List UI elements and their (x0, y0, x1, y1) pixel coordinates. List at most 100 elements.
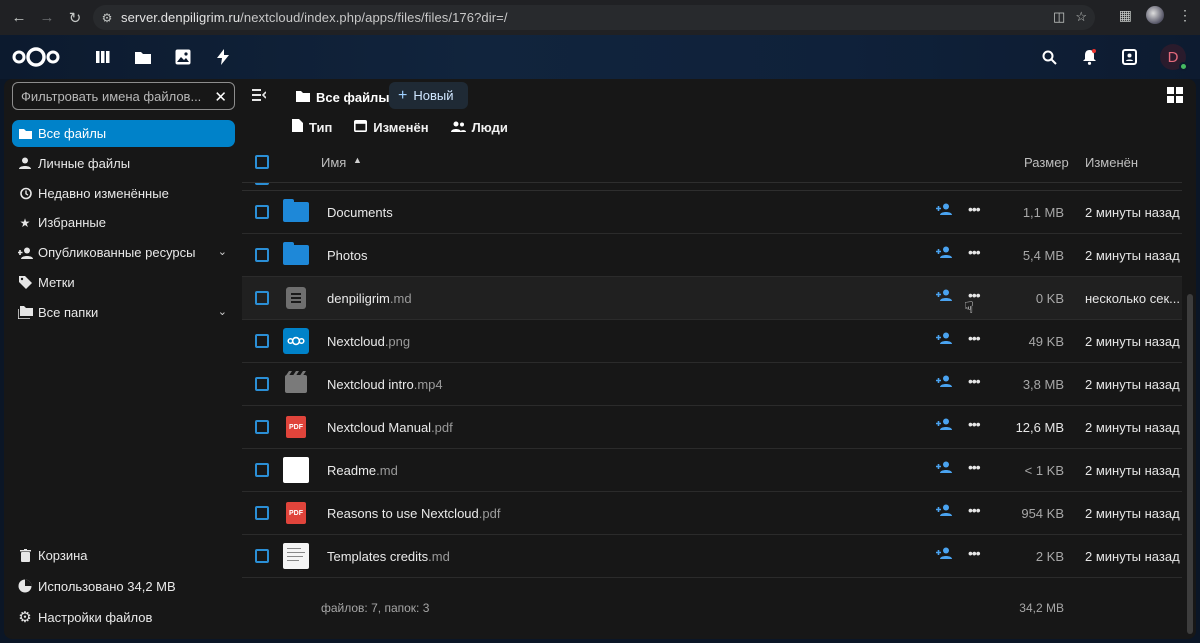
file-name[interactable]: Templates credits.md (327, 549, 450, 564)
sidebar-item-file-settings[interactable]: ⚙ Настройки файлов (12, 602, 235, 632)
row-checkbox[interactable] (255, 183, 269, 185)
file-modified: 2 минуты назад (1085, 205, 1180, 220)
sidebar-item-all-folders[interactable]: Все папки ⌄ (12, 299, 235, 326)
files-list: Documents ••• 1,1 MB 2 минуты назад Photos ••… (242, 183, 1182, 613)
sidebar-item-label: Настройки файлов (38, 609, 153, 625)
install-app-icon[interactable]: ◫ (1053, 9, 1065, 25)
row-checkbox[interactable] (255, 205, 269, 219)
table-row[interactable]: Templates credits.md ••• 2 KB 2 минуты наза… (242, 535, 1182, 578)
back-arrow-icon[interactable]: ← (6, 5, 32, 31)
share-icon[interactable] (936, 375, 952, 390)
forward-arrow-icon[interactable]: → (34, 5, 60, 31)
share-icon[interactable] (936, 461, 952, 476)
extensions-icon[interactable]: ▦ (1119, 7, 1132, 24)
table-row[interactable]: Nextcloud.png ••• 49 KB 2 минуты назад (242, 320, 1182, 363)
chevron-down-icon[interactable]: ⌄ (218, 305, 227, 318)
search-icon[interactable] (1040, 48, 1058, 66)
more-actions-icon[interactable]: ••• (968, 330, 981, 346)
filter-people-button[interactable]: Люди (450, 120, 508, 135)
photos-app-icon[interactable] (174, 48, 192, 66)
activity-app-icon[interactable] (214, 48, 232, 66)
share-icon[interactable] (936, 289, 952, 304)
file-modified: несколько сек... (1085, 291, 1180, 306)
filter-type-button[interactable]: Тип (292, 119, 332, 135)
breadcrumb[interactable]: Все файлы (296, 85, 389, 109)
table-row[interactable]: Readme.md ••• < 1 KB 2 минуты назад (242, 449, 1182, 492)
sidebar-item-label: Все файлы (38, 126, 107, 141)
more-actions-icon[interactable]: ••• (968, 545, 981, 561)
file-name[interactable]: Nextcloud Manual.pdf (327, 420, 453, 435)
share-icon[interactable] (936, 203, 952, 218)
scrollbar[interactable] (1187, 294, 1193, 634)
filter-modified-button[interactable]: Изменён (354, 119, 429, 135)
file-name[interactable]: Reasons to use Nextcloud.pdf (327, 506, 500, 521)
table-row[interactable]: Documents ••• 1,1 MB 2 минуты назад (242, 191, 1182, 234)
new-button[interactable]: + Новый (389, 82, 468, 109)
file-modified: 2 минуты назад (1085, 334, 1180, 349)
reload-icon[interactable]: ↻ (62, 5, 88, 31)
address-bar[interactable]: ⚙ server.denpiligrim.ru/nextcloud/index.… (93, 5, 1095, 30)
more-actions-icon[interactable]: ••• (968, 416, 981, 432)
notifications-bell-icon[interactable] (1080, 48, 1098, 66)
sidebar-item-personal-files[interactable]: Личные файлы (12, 150, 235, 177)
user-avatar[interactable]: D (1160, 44, 1188, 71)
file-size: 12,6 MB (1015, 420, 1064, 435)
grid-view-icon[interactable] (1167, 87, 1183, 103)
file-name[interactable]: denpiligrim.md (327, 291, 412, 306)
select-all-checkbox[interactable] (255, 155, 269, 169)
sidebar-item-favorites[interactable]: ★ Избранные (12, 209, 235, 236)
folders-icon (12, 305, 38, 319)
share-icon[interactable] (936, 332, 952, 347)
more-actions-icon[interactable]: ••• (968, 502, 981, 518)
sidebar-item-tags[interactable]: Метки (12, 269, 235, 296)
share-icon[interactable] (936, 246, 952, 261)
file-name[interactable]: Nextcloud intro.mp4 (327, 377, 443, 392)
row-checkbox[interactable] (255, 549, 269, 563)
row-checkbox[interactable] (255, 463, 269, 477)
site-settings-icon[interactable]: ⚙ (93, 11, 121, 25)
row-checkbox[interactable] (255, 334, 269, 348)
file-name[interactable]: Readme.md (327, 463, 398, 478)
clear-filter-icon[interactable]: ✕ (214, 88, 227, 106)
file-name[interactable]: Documents (327, 205, 393, 220)
row-checkbox[interactable] (255, 248, 269, 262)
table-row[interactable] (242, 183, 1182, 191)
row-checkbox[interactable] (255, 506, 269, 520)
file-name[interactable]: Photos (327, 248, 367, 263)
sidebar-item-all-files[interactable]: Все файлы (12, 120, 235, 147)
files-app-icon[interactable] (134, 48, 152, 66)
column-modified-header[interactable]: Изменён (1085, 155, 1138, 170)
row-checkbox[interactable] (255, 377, 269, 391)
file-size: 3,8 MB (1022, 377, 1064, 392)
sidebar-item-recent[interactable]: Недавно изменённые (12, 180, 235, 207)
table-row[interactable]: PDF Nextcloud Manual.pdf ••• 12,6 MB 2 минут… (242, 406, 1182, 449)
profile-icon[interactable] (1146, 6, 1164, 24)
share-icon[interactable] (936, 547, 952, 562)
more-actions-icon[interactable]: ••• (968, 373, 981, 389)
more-actions-icon[interactable]: ••• (968, 201, 981, 217)
share-icon[interactable] (936, 418, 952, 433)
table-row[interactable]: Photos ••• 5,4 MB 2 минуты назад (242, 234, 1182, 277)
table-row[interactable]: PDF Reasons to use Nextcloud.pdf ••• 954 KB… (242, 492, 1182, 535)
nextcloud-logo-icon[interactable] (12, 46, 60, 68)
browser-menu-icon[interactable]: ⋮ (1178, 7, 1192, 24)
sidebar-item-trash[interactable]: Корзина (12, 540, 235, 570)
file-name[interactable]: Nextcloud.png (327, 334, 410, 349)
dashboard-icon[interactable] (94, 48, 112, 66)
more-actions-icon[interactable]: ••• (968, 244, 981, 260)
bookmark-star-icon[interactable]: ☆ (1075, 9, 1087, 25)
star-icon: ★ (19, 215, 31, 230)
table-row[interactable]: Nextcloud intro.mp4 ••• 3,8 MB 2 минуты наз… (242, 363, 1182, 406)
toggle-sidebar-icon[interactable] (252, 88, 267, 104)
share-icon[interactable] (936, 504, 952, 519)
filter-filenames-input[interactable]: Фильтровать имена файлов... ✕ (12, 82, 235, 110)
column-name-header[interactable]: Имя (321, 155, 346, 170)
chevron-down-icon[interactable]: ⌄ (218, 245, 227, 258)
row-checkbox[interactable] (255, 420, 269, 434)
table-row[interactable]: denpiligrim.md ••• 0 KB несколько сек... (242, 277, 1182, 320)
contacts-icon[interactable] (1120, 48, 1138, 66)
row-checkbox[interactable] (255, 291, 269, 305)
more-actions-icon[interactable]: ••• (968, 459, 981, 475)
sidebar-item-shares[interactable]: Опубликованные ресурсы ⌄ (12, 239, 235, 266)
column-size-header[interactable]: Размер (1024, 155, 1069, 170)
